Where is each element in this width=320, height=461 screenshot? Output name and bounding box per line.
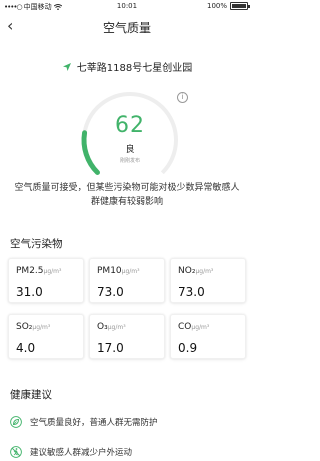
pollutant-value: 0.9 <box>178 341 198 355</box>
gauge-progress <box>81 91 179 189</box>
pollutants-section-title: 空气污染物 <box>10 238 63 250</box>
info-icon[interactable]: i <box>177 92 188 103</box>
pollutant-card-pm25[interactable]: PM2.5μg/m³ 31.0 <box>8 258 84 303</box>
pollutant-unit: μg/m³ <box>107 324 126 331</box>
location-address: 七莘路1188号七星创业园 <box>76 63 193 74</box>
health-advice-item: 空气质量良好，普通人群无需防护 <box>10 416 158 428</box>
pollutant-card-pm10[interactable]: PM10μg/m³ 73.0 <box>89 258 165 303</box>
aqi-description: 空气质量可接受，但某些污染物可能对极少数异常敏感人群健康有较弱影响 <box>14 183 240 207</box>
pollutant-name: SO₂μg/m³ <box>16 322 51 332</box>
pollutant-name: NO₂μg/m³ <box>178 266 214 276</box>
leaf-icon <box>10 416 22 428</box>
pollutant-name: COμg/m³ <box>178 322 210 332</box>
pollutant-card-no2[interactable]: NO₂μg/m³ 73.0 <box>170 258 246 303</box>
health-advice-item: 建议敏感人群减少户外运动 <box>10 446 132 458</box>
aqi-gauge <box>76 86 184 194</box>
aqi-publish-note: 刚刚发布 <box>119 158 140 164</box>
pollutant-name: O₃μg/m³ <box>97 322 126 332</box>
aqi-value: 62 <box>115 113 145 138</box>
status-bar: ••••○ 中国移动 10:01 100% <box>0 0 254 12</box>
pollutant-name: PM2.5μg/m³ <box>16 266 62 276</box>
pollutant-name: PM10μg/m³ <box>97 266 140 276</box>
pollutant-value: 17.0 <box>97 341 124 355</box>
pollutant-unit: μg/m³ <box>191 324 210 331</box>
pollutant-card-so2[interactable]: SO₂μg/m³ 4.0 <box>8 314 84 359</box>
aqi-level: 良 <box>125 145 135 155</box>
pollutant-unit: μg/m³ <box>121 268 140 275</box>
gauge-ring <box>81 91 179 189</box>
nav-bar: ‹ 空气质量 <box>0 14 254 40</box>
status-right: 100% <box>206 2 250 10</box>
pollutant-value: 31.0 <box>16 285 43 299</box>
health-advice-text: 建议敏感人群减少户外运动 <box>30 448 133 458</box>
pollutant-value: 4.0 <box>16 341 36 355</box>
pollutant-value: 73.0 <box>178 285 205 299</box>
battery-icon <box>230 2 250 10</box>
pollutant-card-co[interactable]: COμg/m³ 0.9 <box>170 314 246 359</box>
pollutant-value: 73.0 <box>97 285 124 299</box>
pollutant-card-o3[interactable]: O₃μg/m³ 17.0 <box>89 314 165 359</box>
gauge-track <box>82 92 178 188</box>
pollutant-unit: μg/m³ <box>32 324 51 331</box>
pollutant-unit: μg/m³ <box>195 268 214 275</box>
no-running-icon <box>10 446 22 458</box>
health-section-title: 健康建议 <box>10 389 52 401</box>
battery-percent: 100% <box>206 2 227 10</box>
location-arrow-icon <box>62 62 71 71</box>
location-row[interactable]: 七莘路1188号七星创业园 <box>0 59 254 74</box>
health-advice-text: 空气质量良好，普通人群无需防护 <box>30 418 158 428</box>
pollutant-unit: μg/m³ <box>43 268 62 275</box>
page-title: 空气质量 <box>102 21 151 35</box>
